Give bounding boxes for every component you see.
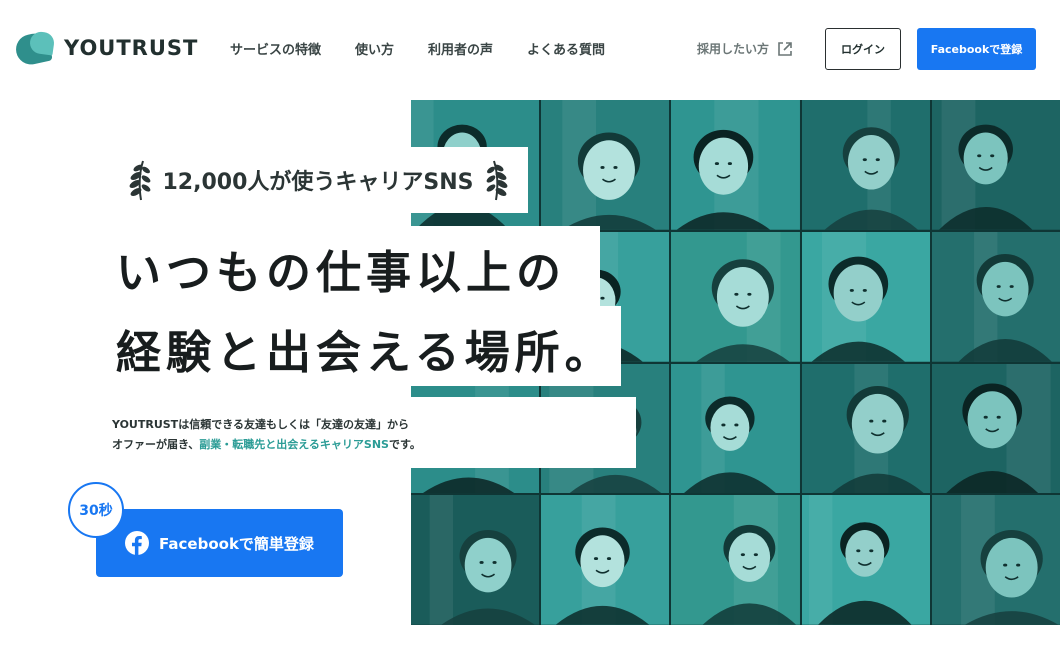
portrait-photo xyxy=(671,495,800,625)
description-line-2-suffix: です。 xyxy=(388,438,421,451)
site-header: YOUTRUST サービスの特徴 使い方 利用者の声 よくある質問 採用したい方… xyxy=(0,0,1060,98)
logo[interactable]: YOUTRUST xyxy=(13,30,199,68)
headline-line-2: 経験と出会える場所。 xyxy=(116,326,615,379)
login-button[interactable]: ログイン xyxy=(825,28,901,70)
portrait-photo xyxy=(931,495,1060,625)
portrait-photo xyxy=(411,495,540,625)
logo-mark-icon xyxy=(13,30,56,68)
portrait-photo xyxy=(801,363,930,494)
thirty-seconds-badge: 30秒 xyxy=(68,482,124,538)
cta-label: Facebookで簡単登録 xyxy=(159,534,314,553)
portrait-photo xyxy=(931,100,1060,230)
nav-item-how-to-use[interactable]: 使い方 xyxy=(355,39,394,58)
external-link-icon xyxy=(778,41,792,56)
user-count-text: 12,000人が使うキャリアSNS xyxy=(162,170,474,195)
recruit-link[interactable]: 採用したい方 xyxy=(697,40,793,57)
headline-line-1-box: いつもの仕事以上の xyxy=(100,226,600,306)
headline-line-2-box: 経験と出会える場所。 xyxy=(100,306,621,386)
laurel-left-icon xyxy=(129,160,150,201)
nav-item-features[interactable]: サービスの特徴 xyxy=(230,39,321,58)
portrait-photo xyxy=(931,363,1060,494)
description: YOUTRUSTは信頼できる友達もしくは「友達の友達」から オファーが届き、副業… xyxy=(112,415,421,455)
portrait-photo xyxy=(541,495,670,625)
portrait-photo xyxy=(801,231,930,362)
recruit-label: 採用したい方 xyxy=(697,42,770,56)
facebook-signup-cta-button[interactable]: Facebookで簡単登録 xyxy=(96,509,343,577)
facebook-signup-header-button[interactable]: Facebookで登録 xyxy=(917,28,1036,70)
user-count-badge: 12,000人が使うキャリアSNS xyxy=(108,147,528,213)
logo-text: YOUTRUST xyxy=(64,36,199,60)
description-highlight: 副業・転職先と出会えるキャリアSNS xyxy=(199,438,389,451)
headline-line-1: いつもの仕事以上の xyxy=(116,246,567,299)
portrait-photo xyxy=(801,100,930,230)
nav-item-user-voices[interactable]: 利用者の声 xyxy=(428,39,493,58)
description-line-1: YOUTRUSTは信頼できる友達もしくは「友達の友達」から xyxy=(112,418,409,431)
main-nav: サービスの特徴 使い方 利用者の声 よくある質問 xyxy=(230,39,639,58)
laurel-right-icon xyxy=(486,160,507,201)
nav-item-faq[interactable]: よくある質問 xyxy=(527,39,605,58)
portrait-photo xyxy=(541,100,670,230)
portrait-photo xyxy=(671,363,800,494)
portrait-photo xyxy=(801,495,930,625)
portrait-photo xyxy=(931,231,1060,362)
facebook-icon xyxy=(125,531,150,555)
description-line-2-prefix: オファーが届き、 xyxy=(112,438,200,451)
description-box: YOUTRUSTは信頼できる友達もしくは「友達の友達」から オファーが届き、副業… xyxy=(100,397,636,468)
portrait-photo xyxy=(671,100,800,230)
portrait-photo xyxy=(671,231,800,362)
